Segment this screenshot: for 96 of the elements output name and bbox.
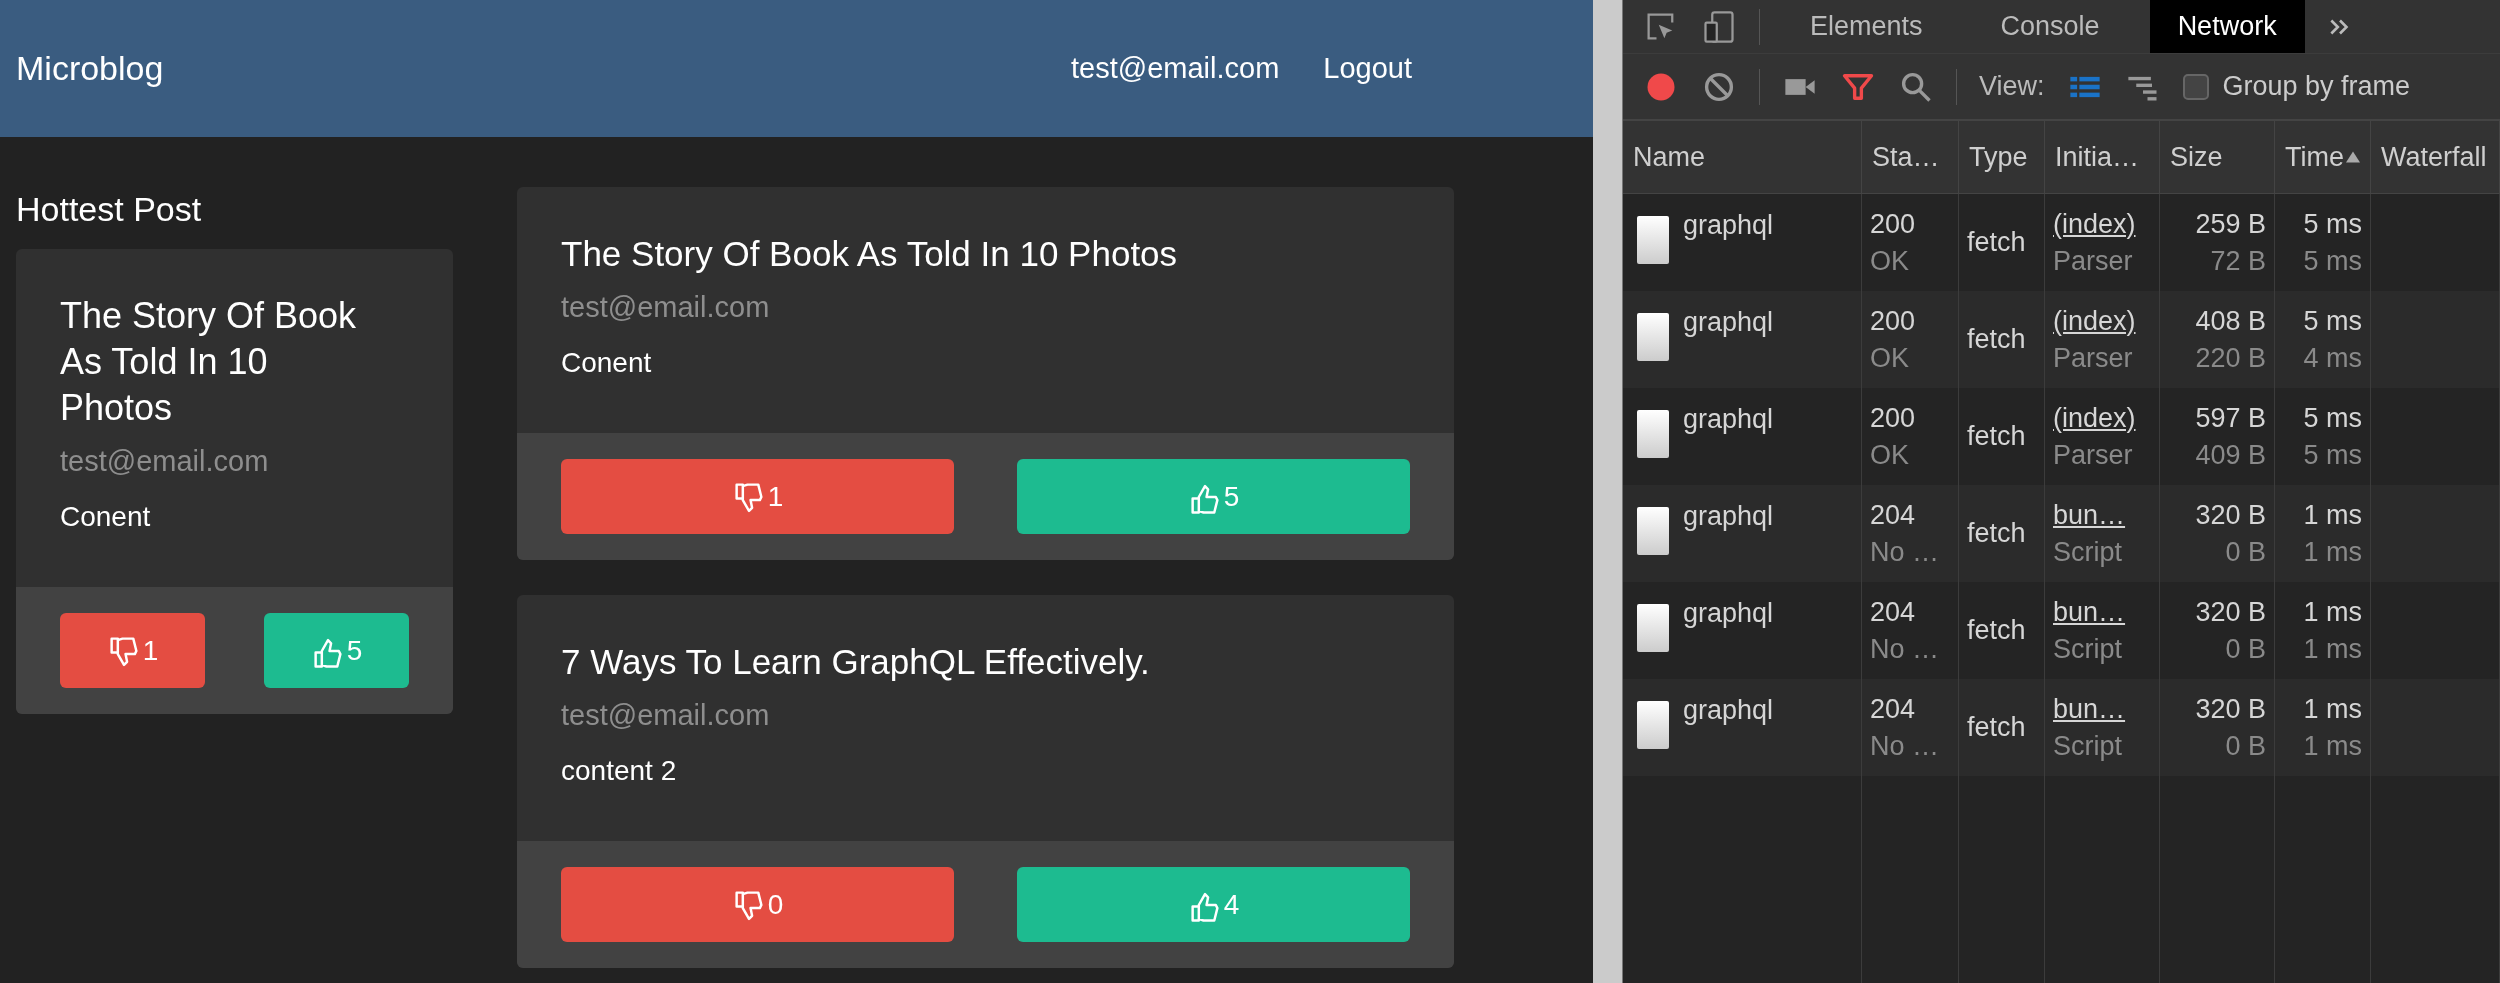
request-time: 1 ms — [2303, 596, 2362, 628]
initiator-link[interactable]: (index) — [2053, 402, 2151, 434]
status-code: 200 — [1870, 305, 1917, 337]
column-header[interactable]: Waterfall — [2371, 121, 2500, 193]
column-header[interactable]: Name — [1623, 121, 1862, 193]
latency: 5 ms — [2303, 245, 2362, 277]
file-icon — [1637, 410, 1669, 458]
status-code: 200 — [1870, 208, 1917, 240]
request-time: 1 ms — [2303, 693, 2362, 725]
file-icon — [1637, 701, 1669, 749]
post-title: The Story Of Book As Told In 10 Photos — [561, 233, 1179, 275]
resource-size: 72 B — [2210, 245, 2266, 277]
brand-link[interactable]: Microblog — [16, 49, 164, 88]
status-code: 200 — [1870, 402, 1917, 434]
resource-size: 0 B — [2225, 730, 2266, 762]
nav-link[interactable]: Logout — [1323, 52, 1412, 85]
request-type: fetch — [1967, 227, 2027, 258]
status-text: No … — [1870, 633, 1941, 665]
initiator-cause: Script — [2053, 730, 2124, 762]
resource-size: 409 B — [2195, 439, 2266, 471]
request-type: fetch — [1967, 421, 2027, 452]
request-name[interactable]: graphql — [1683, 210, 1774, 241]
initiator-link[interactable]: (index) — [2053, 208, 2151, 240]
request-time: 5 ms — [2303, 208, 2362, 240]
request-time: 1 ms — [2303, 499, 2362, 531]
column-header[interactable]: Initia… — [2045, 121, 2160, 193]
request-name[interactable]: graphql — [1683, 404, 1774, 435]
initiator-link[interactable]: bun… — [2053, 596, 2151, 628]
status-code: 204 — [1870, 596, 1917, 628]
status-text: OK — [1870, 342, 1910, 374]
file-icon — [1637, 313, 1669, 361]
status-code: 204 — [1870, 693, 1917, 725]
initiator-cause: Script — [2053, 536, 2124, 568]
device-icon[interactable] — [1701, 8, 1737, 45]
initiator-cause: Script — [2053, 633, 2124, 665]
file-icon — [1637, 604, 1669, 652]
request-name[interactable]: graphql — [1683, 501, 1774, 532]
request-time: 5 ms — [2303, 402, 2362, 434]
request-type: fetch — [1967, 712, 2027, 743]
post-author: test@email.com — [561, 290, 771, 325]
dislike-button[interactable]: 1 — [60, 613, 205, 688]
initiator-link[interactable]: bun… — [2053, 693, 2151, 725]
latency: 1 ms — [2303, 536, 2362, 568]
status-text: No … — [1870, 536, 1941, 568]
column-header[interactable]: Time — [2275, 121, 2371, 193]
transfer-size: 320 B — [2195, 499, 2266, 531]
status-text: No … — [1870, 730, 1941, 762]
initiator-cause: Parser — [2053, 439, 2134, 471]
dislike-button[interactable]: 0 — [561, 867, 954, 942]
checkbox-label: Group by frame — [2222, 71, 2411, 102]
section-heading: Hottest Post — [16, 189, 203, 230]
file-icon — [1637, 216, 1669, 264]
post-content: content 2 — [561, 754, 678, 788]
status-code: 204 — [1870, 499, 1917, 531]
latency: 1 ms — [2303, 730, 2362, 762]
request-name[interactable]: graphql — [1683, 695, 1774, 726]
resource-size: 220 B — [2195, 342, 2266, 374]
resource-size: 0 B — [2225, 536, 2266, 568]
column-header[interactable]: Type — [1959, 121, 2045, 193]
transfer-size: 408 B — [2195, 305, 2266, 337]
view-label: View: — [1979, 71, 2045, 102]
post-content: Conent — [561, 346, 653, 380]
request-time: 5 ms — [2303, 305, 2362, 337]
checkbox[interactable] — [2182, 73, 2209, 100]
post-title: 7 Ways To Learn GraphQL Effectively. — [561, 641, 1151, 683]
column-header[interactable]: Size — [2160, 121, 2275, 193]
status-text: OK — [1870, 245, 1910, 277]
devtools-tab[interactable]: Elements — [1782, 0, 1951, 53]
latency: 5 ms — [2303, 439, 2362, 471]
post-author: test@email.com — [60, 444, 270, 479]
latency: 1 ms — [2303, 633, 2362, 665]
column-header[interactable]: Sta… — [1862, 121, 1959, 193]
initiator-link[interactable]: bun… — [2053, 499, 2151, 531]
post-title: The Story Of Book As Told In 10 Photos — [60, 294, 358, 430]
latency: 4 ms — [2303, 342, 2362, 374]
initiator-link[interactable]: (index) — [2053, 305, 2151, 337]
transfer-size: 597 B — [2195, 402, 2266, 434]
dislike-button[interactable]: 1 — [561, 459, 954, 534]
request-name[interactable]: graphql — [1683, 598, 1774, 629]
transfer-size: 320 B — [2195, 596, 2266, 628]
request-name[interactable]: graphql — [1683, 307, 1774, 338]
transfer-size: 259 B — [2195, 208, 2266, 240]
request-type: fetch — [1967, 518, 2027, 549]
status-text: OK — [1870, 439, 1910, 471]
transfer-size: 320 B — [2195, 693, 2266, 725]
post-content: Conent — [60, 500, 152, 534]
request-type: fetch — [1967, 324, 2027, 355]
post-author: test@email.com — [561, 698, 771, 733]
nav-link[interactable]: test@email.com — [1070, 52, 1280, 85]
initiator-cause: Parser — [2053, 245, 2134, 277]
initiator-cause: Parser — [2053, 342, 2134, 374]
file-icon — [1637, 507, 1669, 555]
devtools-tab[interactable]: Network — [2149, 0, 2305, 53]
devtools-tab[interactable]: Console — [1972, 0, 2128, 53]
request-type: fetch — [1967, 615, 2027, 646]
resource-size: 0 B — [2225, 633, 2266, 665]
